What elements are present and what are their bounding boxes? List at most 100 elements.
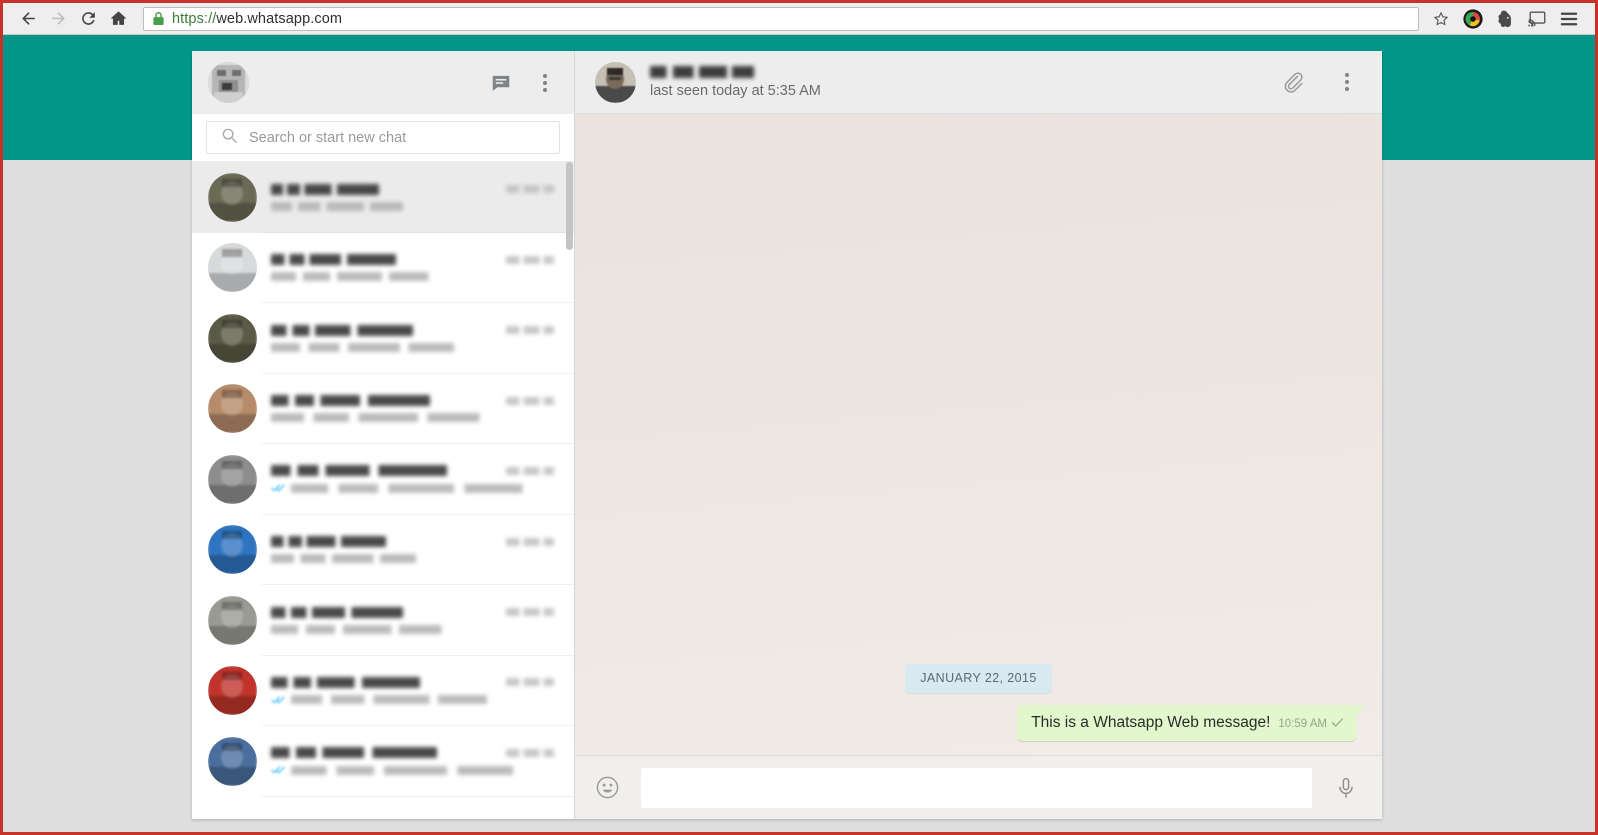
sidebar (192, 51, 575, 819)
chat-avatar[interactable] (208, 172, 257, 222)
sidebar-scrollbar-thumb[interactable] (566, 162, 573, 250)
message-composer (575, 755, 1382, 819)
menu-dots-glyph (543, 73, 547, 92)
chat-avatar[interactable] (208, 595, 257, 645)
chat-item-body (271, 465, 560, 493)
chat-preview-redacted (271, 201, 421, 211)
sidebar-scrollbar[interactable] (565, 162, 574, 819)
colorful-circle-extension-icon[interactable] (1457, 4, 1489, 34)
chat-item-body (271, 254, 560, 282)
microphone-icon[interactable] (1332, 774, 1360, 802)
profile-avatar[interactable] (208, 62, 249, 103)
chat-list-item[interactable] (192, 514, 574, 585)
chat-item-body (271, 536, 560, 564)
chat-preview-redacted (271, 413, 508, 423)
chat-item-preview-row (271, 272, 554, 282)
page-area: last seen today at 5:35 AM (3, 35, 1595, 832)
chat-list-item[interactable] (192, 162, 574, 233)
star-icon[interactable] (1425, 4, 1457, 34)
chat-list-item[interactable] (192, 232, 574, 303)
chat-item-title-row (271, 465, 554, 477)
back-button[interactable] (13, 4, 43, 34)
browser-toolbar-right (1425, 4, 1585, 34)
forward-button[interactable] (43, 4, 73, 34)
chat-time-redacted (506, 255, 554, 264)
conversation-actions (1280, 69, 1360, 95)
search-input[interactable] (247, 128, 547, 147)
message-area: JANUARY 22, 2015 This is a Whatsapp Web … (575, 114, 1382, 755)
double-check-icon (271, 765, 286, 775)
paperclip-icon[interactable] (1280, 69, 1306, 95)
chat-item-title-row (271, 747, 554, 759)
url-scheme: https:// (172, 10, 217, 27)
lock-icon (152, 11, 165, 26)
message-meta: 10:59 AM (1278, 715, 1344, 733)
date-divider: JANUARY 22, 2015 (905, 664, 1052, 693)
chat-list-item[interactable] (192, 726, 574, 797)
chat-preview-redacted (291, 695, 514, 705)
chat-item-title-row (271, 676, 554, 688)
chat-avatar[interactable] (208, 666, 257, 716)
chat-list-item[interactable] (192, 303, 574, 374)
hamburger-menu-icon[interactable] (1553, 4, 1585, 34)
chat-time-redacted (506, 537, 554, 546)
chat-item-body (271, 747, 560, 775)
double-check-icon (271, 695, 286, 705)
chat-item-title-row (271, 254, 554, 266)
chat-item-body (271, 606, 560, 634)
url-host: web.whatsapp.com (216, 10, 343, 27)
outgoing-message-bubble[interactable]: This is a Whatsapp Web message! 10:59 AM (1017, 705, 1364, 741)
chat-time-redacted (506, 185, 554, 194)
chat-time-redacted (506, 748, 554, 757)
chat-list[interactable] (192, 162, 574, 819)
chat-list-item[interactable] (192, 373, 574, 444)
new-chat-icon[interactable] (488, 70, 514, 96)
chat-item-preview-row (271, 413, 554, 423)
search-box[interactable] (206, 121, 560, 154)
chat-avatar[interactable] (208, 525, 257, 575)
smiley-icon[interactable] (593, 774, 621, 802)
chat-item-preview-row (271, 201, 554, 211)
conversation-header: last seen today at 5:35 AM (575, 51, 1382, 114)
url-text: https://web.whatsapp.com (172, 11, 342, 27)
chat-item-preview-row (271, 483, 554, 493)
chat-name-redacted (271, 183, 379, 195)
conversation-menu-dots-icon[interactable] (1334, 69, 1360, 95)
chat-avatar[interactable] (208, 384, 257, 434)
home-button[interactable] (103, 4, 133, 34)
chat-name-redacted (271, 324, 413, 336)
message-row: This is a Whatsapp Web message! 10:59 AM (601, 705, 1364, 741)
sidebar-menu-dots-icon[interactable] (532, 70, 558, 96)
chat-avatar[interactable] (208, 313, 257, 363)
single-check-icon (1331, 715, 1344, 733)
address-bar[interactable]: https://web.whatsapp.com (143, 6, 1419, 31)
chat-item-preview-row (271, 695, 554, 705)
cast-icon[interactable] (1521, 4, 1553, 34)
chat-avatar[interactable] (208, 454, 257, 504)
reload-button[interactable] (73, 4, 103, 34)
chat-list-item[interactable] (192, 444, 574, 515)
chat-item-body (271, 676, 560, 705)
contact-avatar[interactable] (595, 61, 636, 103)
double-check-icon (271, 483, 286, 493)
chat-item-body (271, 395, 560, 423)
chat-list-item[interactable] (192, 655, 574, 726)
chat-avatar[interactable] (208, 243, 257, 293)
sidebar-header-actions (488, 70, 558, 96)
chat-avatar[interactable] (208, 736, 257, 786)
chat-time-redacted (506, 608, 554, 617)
message-list: JANUARY 22, 2015 This is a Whatsapp Web … (601, 664, 1364, 741)
chat-list-item[interactable] (192, 585, 574, 656)
evernote-elephant-icon[interactable] (1489, 4, 1521, 34)
contact-name-redacted (650, 65, 754, 78)
search-bar (192, 114, 574, 162)
browser-toolbar: https://web.whatsapp.com (3, 3, 1595, 35)
chat-item-body (271, 183, 560, 211)
message-input[interactable] (641, 767, 1312, 808)
chat-name-redacted (271, 395, 430, 407)
chat-time-redacted (506, 466, 554, 475)
menu-dots-glyph (1345, 73, 1349, 91)
chat-preview-redacted (291, 765, 543, 775)
chat-name-redacted (271, 254, 396, 266)
screenshot-frame: https://web.whatsapp.com Search or start… (0, 0, 1598, 835)
